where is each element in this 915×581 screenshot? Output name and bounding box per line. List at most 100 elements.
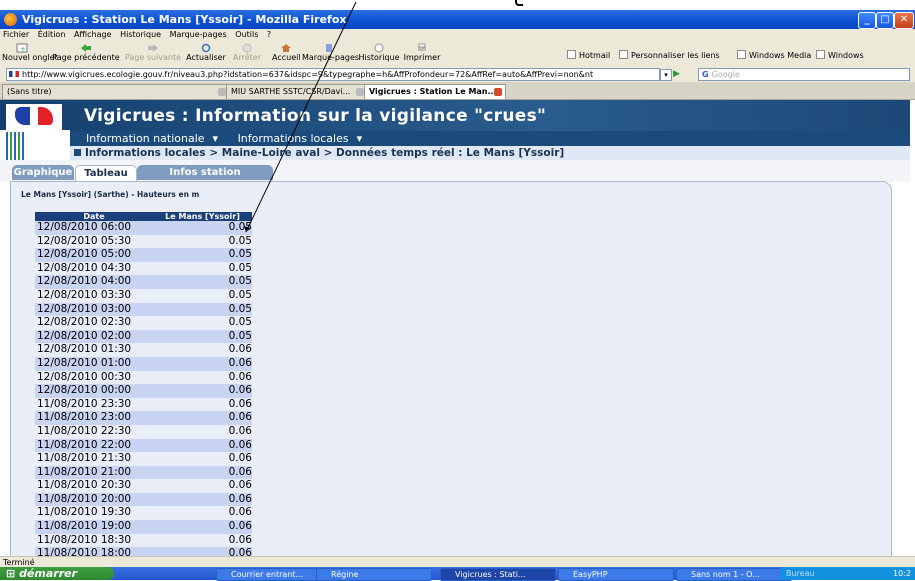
stop-button[interactable]: Arrêter	[230, 43, 264, 65]
height-cell: 0.06	[228, 438, 252, 451]
bullet-square-icon	[74, 149, 81, 156]
forward-arrow-icon	[148, 44, 158, 52]
date-cell: 12/08/2010 00:00	[37, 384, 132, 397]
history-icon	[374, 43, 384, 53]
date-cell: 11/08/2010 22:00	[37, 438, 132, 451]
date-cell: 12/08/2010 04:30	[37, 261, 132, 274]
windows-flag-icon: ⊞	[6, 567, 16, 580]
minimize-button[interactable]: _	[858, 12, 876, 29]
table-row: 12/08/2010 05:30 0.05	[35, 235, 252, 249]
close-tab-icon[interactable]	[218, 88, 226, 96]
date-cell: 11/08/2010 19:30	[37, 506, 132, 519]
history-button[interactable]: Historique	[358, 43, 400, 65]
task-regine[interactable]: Régine	[316, 568, 432, 581]
task-vigicrues[interactable]: Vigicrues : Stati...	[440, 568, 556, 581]
address-bar-row: http://www.vigicrues.ecologie.gouv.fr/ni…	[0, 66, 915, 82]
site-title: Vigicrues : Information sur la vigilance…	[84, 106, 547, 126]
content-panel: Le Mans [Yssoir] (Sarthe) - Hauteurs en …	[10, 181, 892, 556]
maximize-button[interactable]: □	[876, 12, 894, 29]
height-cell: 0.05	[228, 261, 252, 274]
tab-miu-sarthe[interactable]: MIU SARTHE SSTC/CSR/Davi...	[226, 84, 368, 99]
table-row: 11/08/2010 21:30 0.06	[35, 452, 252, 466]
close-tab-icon[interactable]	[494, 88, 502, 96]
height-cell: 0.06	[228, 343, 252, 356]
height-cell: 0.05	[228, 234, 252, 247]
date-cell: 11/08/2010 21:00	[37, 465, 132, 478]
height-cell: 0.06	[228, 506, 252, 519]
url-input[interactable]: http://www.vigicrues.ecologie.gouv.fr/ni…	[6, 68, 660, 81]
height-cell: 0.05	[228, 302, 252, 315]
date-cell: 11/08/2010 18:30	[37, 533, 132, 546]
page-icon	[816, 50, 825, 59]
tab-sans-titre[interactable]: (Sans titre)	[2, 84, 230, 99]
date-cell: 12/08/2010 06:00	[37, 221, 132, 233]
site-favicon	[9, 71, 19, 77]
reload-icon	[201, 43, 211, 53]
table-row: 11/08/2010 23:30 0.06	[35, 398, 252, 412]
height-cell: 0.05	[228, 248, 252, 261]
date-cell: 12/08/2010 01:30	[37, 343, 132, 356]
back-arrow-icon	[81, 44, 91, 52]
home-button[interactable]: Accueil	[272, 43, 301, 65]
height-cell: 0.06	[228, 384, 252, 397]
tab-graphique[interactable]: Graphique	[12, 165, 74, 180]
bookmark-windows-media[interactable]: Windows Media	[737, 50, 811, 60]
new-tab-button[interactable]: + Nouvel onglet	[2, 43, 58, 65]
table-row: 11/08/2010 19:00 0.06	[35, 520, 252, 534]
nav-informations-locales[interactable]: Informations locales ▾	[230, 132, 363, 145]
table-row: 11/08/2010 18:00 0.06	[35, 547, 252, 556]
table-row: 12/08/2010 03:30 0.05	[35, 289, 252, 303]
menu-edition[interactable]: Édition	[38, 30, 66, 39]
go-icon[interactable]: ▶	[673, 69, 683, 79]
window-titlebar[interactable]: Vigicrues : Station Le Mans [Yssoir] - M…	[0, 10, 915, 29]
annotation-mark	[515, 0, 523, 6]
nav-information-nationale[interactable]: Information nationale ▾	[78, 132, 218, 145]
tab-infos-station[interactable]: Infos station	[137, 165, 273, 180]
height-cell: 0.06	[228, 370, 252, 383]
desktop-label[interactable]: Bureau	[786, 569, 815, 578]
tab-tableau[interactable]: Tableau	[75, 165, 137, 181]
height-cell: 0.06	[228, 465, 252, 478]
task-easyphp[interactable]: EasyPHP	[558, 568, 674, 581]
table-row: 12/08/2010 04:00 0.05	[35, 275, 252, 289]
menu-help[interactable]: ?	[267, 30, 271, 39]
height-cell: 0.05	[228, 288, 252, 301]
table-row: 12/08/2010 03:00 0.05	[35, 302, 252, 317]
table-row: 12/08/2010 05:00 0.05	[35, 248, 252, 262]
clock: 10:2	[893, 569, 911, 578]
date-cell: 11/08/2010 20:30	[37, 479, 132, 492]
url-dropdown-icon[interactable]: ▾	[660, 69, 672, 81]
menu-fichier[interactable]: Fichier	[3, 30, 29, 39]
reload-button[interactable]: Actualiser	[184, 43, 228, 65]
chevron-down-icon: ▾	[356, 132, 363, 145]
bookmarks-icon	[326, 44, 332, 52]
close-button[interactable]: ✕	[894, 12, 914, 29]
task-sans-nom[interactable]: Sans nom 1 - O...	[676, 568, 792, 581]
system-tray: Bureau 10:2	[780, 567, 915, 580]
breadcrumb: Informations locales > Maine-Loire aval …	[70, 146, 910, 160]
task-courrier[interactable]: Courrier entrant...	[216, 568, 328, 581]
menu-historique[interactable]: Historique	[120, 30, 161, 39]
search-input[interactable]: G Google	[698, 68, 910, 81]
forward-button[interactable]: Page suivante	[124, 43, 182, 65]
table-row: 12/08/2010 06:00 0.05	[35, 221, 252, 235]
height-cell: 0.05	[228, 275, 252, 288]
tab-vigicrues[interactable]: Vigicrues : Station Le Man...	[364, 84, 506, 99]
table-row: 12/08/2010 01:00 0.06	[35, 356, 252, 371]
menu-marque-pages[interactable]: Marque-pages	[170, 30, 227, 39]
bookmark-windows[interactable]: Windows	[816, 50, 864, 60]
bookmark-hotmail[interactable]: Hotmail	[567, 50, 610, 60]
printer-icon	[418, 43, 426, 51]
bookmark-personnaliser[interactable]: Personnaliser les liens	[619, 50, 720, 60]
print-button[interactable]: Imprimer	[402, 43, 442, 65]
menu-outils[interactable]: Outils	[235, 30, 258, 39]
chevron-down-icon: ▾	[212, 132, 219, 145]
height-cell: 0.06	[228, 411, 252, 424]
start-button[interactable]: ⊞ démarrer	[0, 567, 114, 580]
table-body: 12/08/2010 06:00 0.05 12/08/2010 05:30 0.05…	[35, 221, 252, 556]
menu-affichage[interactable]: Affichage	[74, 30, 112, 39]
back-button[interactable]: Page précédente	[50, 43, 122, 65]
bookmarks-button[interactable]: Marque-pages	[302, 43, 359, 65]
close-tab-icon[interactable]	[356, 88, 364, 96]
table-row: 11/08/2010 22:00 0.06	[35, 438, 252, 453]
